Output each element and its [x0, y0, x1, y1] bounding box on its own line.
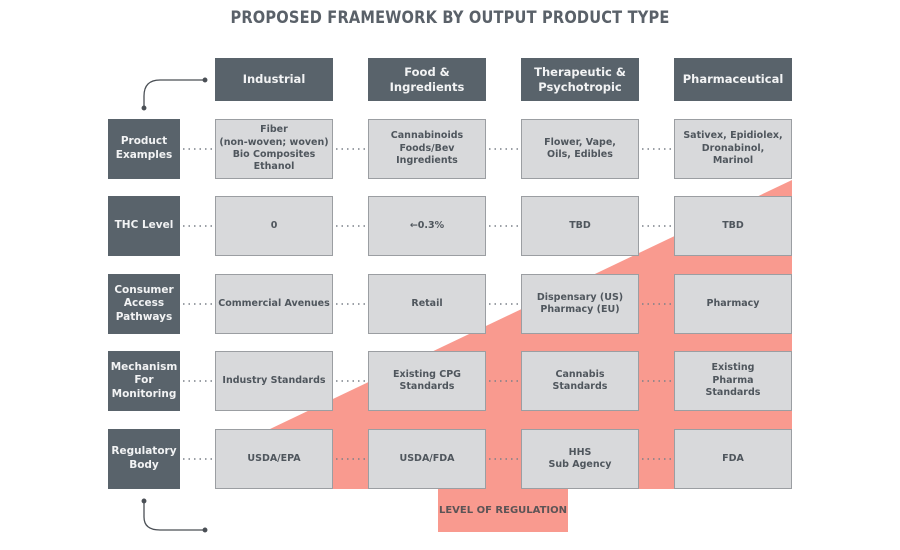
bottom-curved-arrow	[141, 498, 208, 533]
column-header-industrial: Industrial	[215, 58, 333, 101]
cell-regulatory-body-food: USDA/FDA	[368, 429, 486, 489]
cell-thc-level-industrial: 0	[215, 196, 333, 256]
cell-thc-level-pharmaceutical: TBD	[674, 196, 792, 256]
column-header-pharmaceutical: Pharmaceutical	[674, 58, 792, 101]
cell-monitoring-food: Existing CPG Standards	[368, 351, 486, 411]
level-of-regulation-label: LEVEL OF REGULATION	[438, 489, 568, 532]
cell-thc-level-therapeutic: TBD	[521, 196, 639, 256]
row-label-consumer-access: Consumer Access Pathways	[108, 274, 180, 334]
diagram-title: PROPOSED FRAMEWORK BY OUTPUT PRODUCT TYP…	[230, 8, 670, 28]
cell-product-examples-industrial: Fiber (non-woven; woven) Bio Composites …	[215, 119, 333, 179]
cell-consumer-access-pharmaceutical: Pharmacy	[674, 274, 792, 334]
cell-monitoring-industrial: Industry Standards	[215, 351, 333, 411]
row-label-regulatory-body: Regulatory Body	[108, 429, 180, 489]
cell-consumer-access-industrial: Commercial Avenues	[215, 274, 333, 334]
cell-product-examples-food: Cannabinoids Foods/Bev Ingredients	[368, 119, 486, 179]
row-label-thc-level: THC Level	[108, 196, 180, 256]
cell-product-examples-pharmaceutical: Sativex, Epidiolex, Dronabinol, Marinol	[674, 119, 792, 179]
column-header-food-ingredients: Food & Ingredients	[368, 58, 486, 101]
cell-regulatory-body-industrial: USDA/EPA	[215, 429, 333, 489]
cell-consumer-access-food: Retail	[368, 274, 486, 334]
column-header-therapeutic-psychotropic: Therapeutic & Psychotropic	[521, 58, 639, 101]
cell-monitoring-pharmaceutical: Existing Pharma Standards	[674, 351, 792, 411]
cell-thc-level-food: ←0.3%	[368, 196, 486, 256]
top-curved-arrow	[141, 77, 208, 111]
row-label-product-examples: Product Examples	[108, 119, 180, 179]
cell-monitoring-therapeutic: Cannabis Standards	[521, 351, 639, 411]
cell-regulatory-body-pharmaceutical: FDA	[674, 429, 792, 489]
cell-regulatory-body-therapeutic: HHS Sub Agency	[521, 429, 639, 489]
row-label-monitoring-mechanism: Mechanism For Monitoring	[108, 351, 180, 411]
cell-consumer-access-therapeutic: Dispensary (US) Pharmacy (EU)	[521, 274, 639, 334]
cell-product-examples-therapeutic: Flower, Vape, Oils, Edibles	[521, 119, 639, 179]
